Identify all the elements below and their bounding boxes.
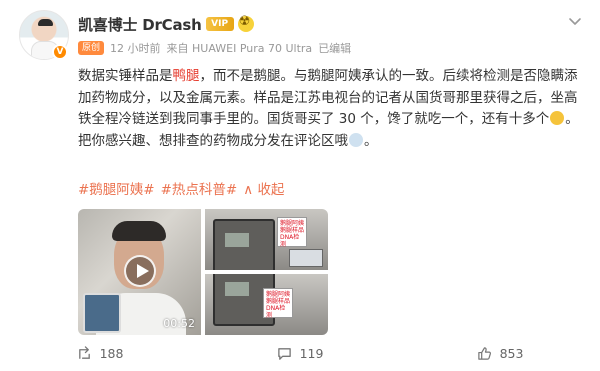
like-icon <box>477 346 491 360</box>
vip-badge[interactable]: VIP <box>205 17 234 31</box>
video-phone <box>83 293 121 333</box>
post-time[interactable]: 12 小时前 <box>110 40 161 56</box>
wink-emoji-icon <box>349 132 363 147</box>
instrument <box>213 219 275 270</box>
collapse-icon: ∧ <box>243 182 258 198</box>
photo-thumbnail-2[interactable]: 鹅腿阿姨鹅腿样品 DNA检测 <box>205 274 328 335</box>
content-text-1: 数据实锤样品是 <box>78 68 173 84</box>
chevron-down-icon[interactable] <box>568 14 582 28</box>
like-button[interactable]: 853 <box>477 345 524 361</box>
photo-grid: 鹅腿阿姨鹅腿样品 DNA检测 鹅腿阿姨鹅腿样品 DNA检测 <box>205 209 328 335</box>
weibo-post: V 凯喜博士 DrCash VIP 原创 12 小时前 来自 HUAWEI Pu… <box>0 0 600 371</box>
play-icon[interactable] <box>124 255 156 287</box>
post-meta: 原创 12 小时前 来自 HUAWEI Pura 70 Ultra 已编辑 <box>78 40 351 56</box>
collapse-label: 收起 <box>257 182 285 198</box>
sample-note: 鹅腿阿姨鹅腿样品 DNA检测 <box>263 288 293 319</box>
content-text-4: 。 <box>364 132 378 149</box>
instrument-screen <box>225 282 249 296</box>
action-bar: 188 119 853 <box>0 338 600 368</box>
photo-thumbnail-1[interactable]: 鹅腿阿姨鹅腿样品 DNA检测 <box>205 209 328 270</box>
original-badge: 原创 <box>78 41 105 55</box>
like-count: 853 <box>499 345 524 361</box>
content-highlight: 鸭腿 <box>172 68 200 84</box>
comment-count: 119 <box>299 345 324 361</box>
topic-tags: #鹅腿阿姨# #热点科普# ∧ 收起 <box>78 178 284 198</box>
verified-icon: V <box>52 44 68 60</box>
media-gallery: 00:52 鹅腿阿姨鹅腿样品 DNA检测 鹅腿阿姨鹅腿样品 DNA检测 <box>78 209 328 335</box>
repost-count: 188 <box>99 345 124 361</box>
tag-goose-leg-auntie[interactable]: #鹅腿阿姨# <box>78 178 155 198</box>
repost-icon <box>78 345 90 359</box>
post-content: 数据实锤样品是鸭腿，而不是鹅腿。与鹅腿阿姨承认的一致。后续将检测是否隐瞒添加药物… <box>78 66 588 152</box>
repost-button[interactable]: 188 <box>77 345 124 361</box>
comment-icon <box>277 347 291 360</box>
collapse-link[interactable]: ∧ 收起 <box>243 178 284 198</box>
instrument-screen <box>225 233 249 247</box>
video-duration: 00:52 <box>163 317 195 330</box>
post-source: 来自 HUAWEI Pura 70 Ultra <box>166 42 313 55</box>
sample-note: 鹅腿阿姨鹅腿样品 DNA检测 <box>277 217 307 248</box>
avatar-hair <box>38 19 53 26</box>
laugh-emoji-icon <box>550 111 565 125</box>
comment-button[interactable]: 119 <box>277 345 324 361</box>
username[interactable]: 凯喜博士 DrCash <box>78 14 202 35</box>
monitor <box>289 249 323 267</box>
video-person-hair <box>112 221 166 241</box>
video-thumbnail[interactable]: 00:52 <box>78 209 201 335</box>
fan-club-icon[interactable] <box>237 14 254 32</box>
author-row: 凯喜博士 DrCash VIP <box>78 13 254 35</box>
edited-label[interactable]: 已编辑 <box>318 40 351 56</box>
tag-hot-science[interactable]: #热点科普# <box>161 178 238 198</box>
